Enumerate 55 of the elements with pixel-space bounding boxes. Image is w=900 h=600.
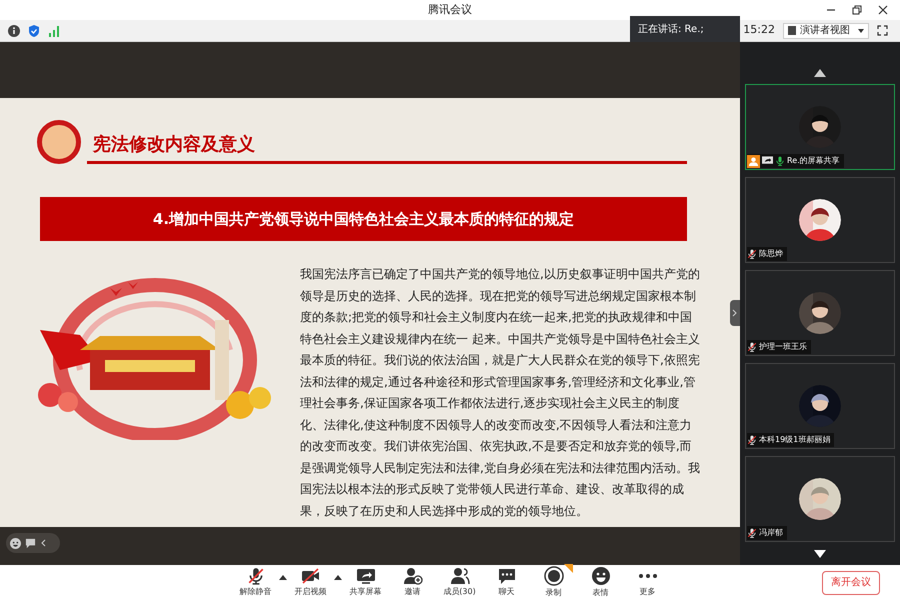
toolbar-button[interactable]: 聊天	[483, 567, 530, 598]
toolbar-button[interactable]: 成员(30)	[436, 567, 483, 598]
info-icon[interactable]	[8, 24, 20, 36]
new-badge	[564, 564, 573, 573]
participant-name: Re.的屏幕共享	[787, 155, 840, 167]
participant-name: 冯岸郁	[759, 527, 783, 539]
muted-mic-icon	[246, 567, 264, 585]
record-icon	[544, 566, 564, 586]
muted-camera-icon	[300, 567, 320, 585]
muted-mic-icon	[747, 435, 757, 445]
participant-name: 陈思烨	[759, 248, 783, 260]
toolbar-button[interactable]: 表情	[577, 566, 624, 599]
fullscreen-icon[interactable]	[877, 25, 888, 36]
view-dropdown[interactable]: 演讲者视图	[783, 22, 869, 38]
toolbar-button[interactable]: 更多	[624, 567, 671, 598]
close-icon[interactable]	[878, 5, 888, 15]
slide-paragraph: 我国宪法序言已确定了中国共产党的领导地位,以历史叙事证明中国共产党的领导是历史的选择、人民的选择。现在把党的领导写进总纲规定国家根本制度的条款;把党的领导和社会主义制度内在统一起来,把党的执政规律和中国特色社会主义建设规律内在统一 起来。中国共产党领导是中国特色社会主义最本质的特征。我们说的依法治国，就是广大人民群众在党的领导下,依照宪法和法律的规定,通过各种途径和形式管理国家事务,管理经济和文化事业,管理社会事务,保证国家各项工作都依法进行,逐步实现社会主义民主的制度化、法律化,使这种制度不因领导人的改变而改变,不因领导人看法和注意力的改变而改变。我们讲依宪治国、依宪执政,不是要否定和放弃党的领导,而是强调党领导人民制定宪法和法律,党自身必须在宪法和法律范围内活动。我国宪法以根本法的形式反映了党带领人民进行革命、建设、改革取得的成果，反映了在历史和人民选择中形成的党的领导地位。	[300, 266, 700, 520]
toolbar-button[interactable]: 邀请	[389, 567, 436, 598]
leave-meeting-button[interactable]: 离开会议	[822, 570, 880, 594]
toolbar-button[interactable]: 开启视频	[287, 567, 334, 598]
caret-icon[interactable]	[279, 574, 287, 580]
emblem-icon	[37, 120, 81, 164]
people-icon	[450, 567, 470, 585]
speaking-text: 正在讲话: Re.;	[638, 22, 704, 36]
restore-icon[interactable]	[852, 5, 862, 15]
participant-tile[interactable]: Re.的屏幕共享	[745, 84, 895, 170]
toolbar-button[interactable]: 共享屏幕	[342, 567, 389, 598]
participant-tile[interactable]: 冯岸郁	[745, 456, 895, 542]
chevron-left-icon[interactable]	[40, 538, 48, 548]
meeting-time: 15:22	[743, 22, 775, 38]
participant-name: 护理一班王乐	[759, 341, 807, 353]
participant-tile[interactable]: 本科19级1班郝丽娟	[745, 363, 895, 449]
more-icon	[638, 574, 656, 578]
shield-icon[interactable]	[28, 24, 40, 36]
chevron-right-icon	[732, 309, 738, 317]
signal-icon	[48, 24, 60, 36]
participant-tile[interactable]: 护理一班王乐	[745, 270, 895, 356]
window-title: 腾讯会议	[428, 2, 472, 18]
mic-icon	[775, 156, 785, 166]
slide-banner: 4.增加中国共产党领导说中国特色社会主义最本质的特征的规定	[40, 197, 687, 241]
participant-name: 本科19级1班郝丽娟	[759, 434, 830, 446]
smiley-icon[interactable]	[10, 538, 21, 548]
collapse-tab[interactable]	[730, 300, 740, 326]
toolbar-button[interactable]: 录制	[530, 566, 577, 599]
toolbar-button[interactable]: 解除静音	[232, 567, 279, 598]
scroll-up-icon[interactable]	[814, 69, 826, 77]
scroll-down-icon[interactable]	[814, 550, 826, 558]
chat-icon[interactable]	[25, 538, 36, 548]
caret-icon[interactable]	[334, 574, 342, 580]
muted-mic-icon	[747, 342, 757, 352]
muted-mic-icon	[747, 249, 757, 259]
participant-tile[interactable]: 陈思烨	[745, 177, 895, 263]
slide-heading: 宪法修改内容及意义	[93, 134, 255, 155]
caret-icon	[858, 28, 864, 32]
muted-mic-icon	[747, 528, 757, 538]
